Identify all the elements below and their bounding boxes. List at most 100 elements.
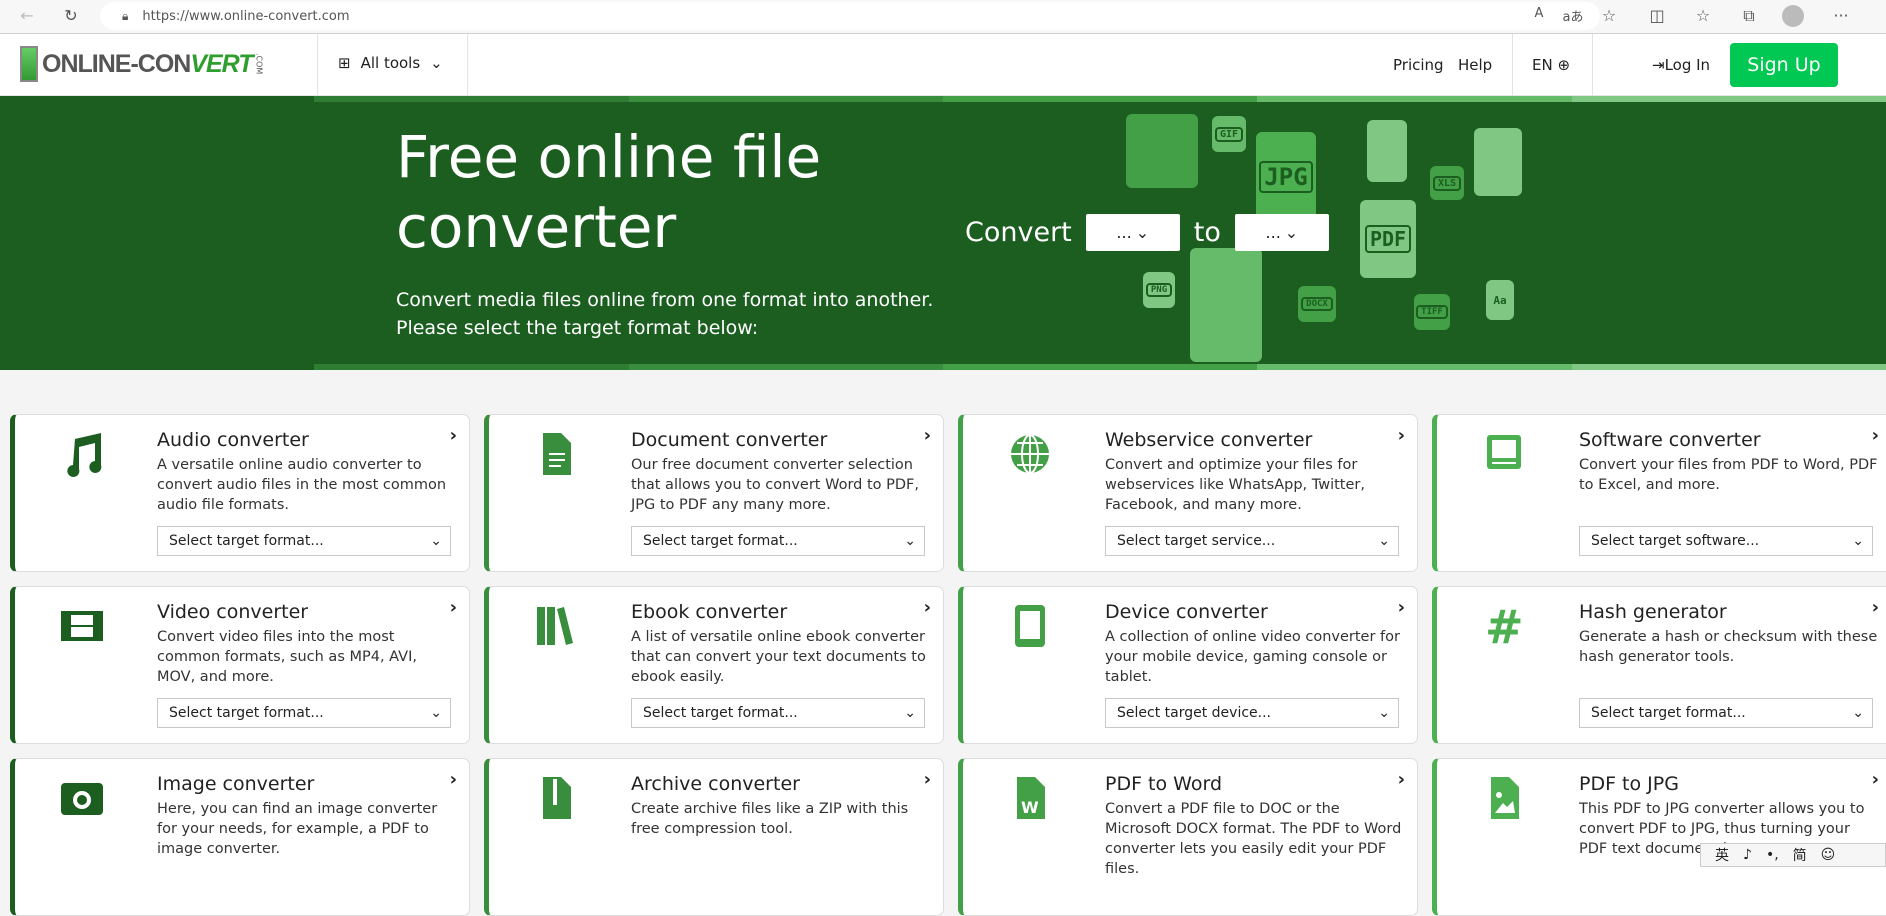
back-icon[interactable]: ← <box>16 6 38 25</box>
ime-item[interactable]: 英 <box>1715 845 1729 865</box>
card-title[interactable]: Software converter <box>1579 429 1761 451</box>
target-format-select[interactable]: Select target service... ⌄ <box>1105 526 1399 556</box>
chevron-down-icon: ⌄ <box>430 533 442 549</box>
chevron-right-icon[interactable]: › <box>1872 597 1879 618</box>
pdf-file-icon: PDF <box>1360 200 1416 278</box>
chevron-right-icon[interactable]: › <box>1398 597 1405 618</box>
help-link[interactable]: Help <box>1458 56 1492 74</box>
converter-card[interactable]: Archive converter Create archive files l… <box>484 758 944 916</box>
target-format-select[interactable]: Select target format... ⌄ <box>631 698 925 728</box>
profile-icon[interactable] <box>1782 5 1804 27</box>
chevron-right-icon[interactable]: › <box>924 769 931 790</box>
chevron-right-icon[interactable]: › <box>924 425 931 446</box>
card-description: Convert video files into the most common… <box>157 629 417 685</box>
chevron-right-icon[interactable]: › <box>450 769 457 790</box>
refresh-icon[interactable]: ↻ <box>60 6 82 25</box>
chevron-right-icon[interactable]: › <box>450 425 457 446</box>
converter-card[interactable]: # Hash generator Generate a hash or chec… <box>1432 586 1886 744</box>
card-title[interactable]: Video converter <box>157 601 308 623</box>
document-icon <box>543 433 571 475</box>
chevron-down-icon: ⌄ <box>430 705 442 721</box>
tiff-file-icon: TIFF <box>1414 294 1450 330</box>
target-format-select[interactable]: Select target format... ⌄ <box>631 526 925 556</box>
converter-card[interactable]: Software converter Convert your files fr… <box>1432 414 1886 572</box>
chevron-down-icon: ⌄ <box>1284 223 1299 242</box>
card-description: Convert a PDF file to DOC or the Microso… <box>1105 801 1402 877</box>
card-title[interactable]: Webservice converter <box>1105 429 1312 451</box>
read-aloud-icon[interactable]: A <box>1528 6 1550 21</box>
target-format-select[interactable]: Select target format... ⌄ <box>1579 698 1873 728</box>
target-format-select[interactable]: Select target device... ⌄ <box>1105 698 1399 728</box>
from-format-select[interactable]: ... ⌄ <box>1085 214 1180 251</box>
language-selector[interactable]: EN ⊕ <box>1532 56 1570 74</box>
globe-icon: ⊕ <box>1557 56 1571 74</box>
login-link[interactable]: ⇥Log In <box>1652 56 1710 74</box>
font-file-icon: Aa <box>1486 280 1514 320</box>
jpg-file-icon: JPG <box>1256 132 1316 222</box>
more-icon[interactable]: ··· <box>1830 6 1852 25</box>
address-bar[interactable]: 🔒︎ https://www.online-convert.com <box>100 2 1600 30</box>
logo[interactable]: ONLINE-CONVERT .COM <box>20 46 264 82</box>
card-title[interactable]: PDF to JPG <box>1579 773 1679 795</box>
pricing-link[interactable]: Pricing <box>1393 56 1444 74</box>
card-title[interactable]: Document converter <box>631 429 827 451</box>
favorite-add-icon[interactable]: ☆ <box>1598 6 1620 25</box>
chevron-right-icon[interactable]: › <box>924 597 931 618</box>
converter-card[interactable]: Video converter Convert video files into… <box>10 586 470 744</box>
login-icon: ⇥ <box>1652 56 1665 74</box>
card-title[interactable]: Image converter <box>157 773 314 795</box>
chevron-down-icon: ⌄ <box>904 705 916 721</box>
converter-card[interactable]: Webservice converter Convert and optimiz… <box>958 414 1418 572</box>
target-format-select[interactable]: Select target software... ⌄ <box>1579 526 1873 556</box>
converter-card[interactable]: Audio converter A versatile online audio… <box>10 414 470 572</box>
chevron-down-icon: ⌄ <box>1378 533 1390 549</box>
card-title[interactable]: Archive converter <box>631 773 800 795</box>
chevron-right-icon[interactable]: › <box>1872 425 1879 446</box>
url-text: https://www.online-convert.com <box>142 8 350 24</box>
split-screen-icon[interactable]: ◫ <box>1646 6 1668 25</box>
ime-toolbar[interactable]: 英 ♪ •, 简 ☺ <box>1700 843 1886 867</box>
ime-item[interactable]: ♪ <box>1743 847 1752 863</box>
chevron-right-icon[interactable]: › <box>450 597 457 618</box>
lock-icon: 🔒︎ <box>122 8 129 23</box>
all-tools-menu[interactable]: ⊞ All tools ⌄ <box>338 54 443 72</box>
music-note-icon <box>67 433 102 477</box>
card-title[interactable]: Device converter <box>1105 601 1268 623</box>
card-description: Convert and optimize your files for webs… <box>1105 457 1365 513</box>
signup-button[interactable]: Sign Up <box>1730 43 1838 87</box>
converter-card[interactable]: Ebook converter A list of versatile onli… <box>484 586 944 744</box>
card-title[interactable]: PDF to Word <box>1105 773 1222 795</box>
card-description: A versatile online audio converter to co… <box>157 457 447 513</box>
gif-file-icon: GIF <box>1212 116 1246 152</box>
card-title[interactable]: Audio converter <box>157 429 309 451</box>
converter-card[interactable]: Document converter Our free document con… <box>484 414 944 572</box>
computer-icon <box>1487 435 1521 469</box>
converter-card[interactable]: Image converter Here, you can find an im… <box>10 758 470 916</box>
card-description: Create archive files like a ZIP with thi… <box>631 801 909 837</box>
chevron-right-icon[interactable]: › <box>1398 425 1405 446</box>
target-format-select[interactable]: Select target format... ⌄ <box>157 698 451 728</box>
collections-icon[interactable]: ⧉ <box>1738 6 1760 26</box>
ime-item[interactable]: ☺ <box>1821 847 1836 863</box>
ime-item[interactable]: 简 <box>1793 845 1807 865</box>
card-title[interactable]: Hash generator <box>1579 601 1727 623</box>
docx-file-icon: DOCX <box>1298 286 1336 322</box>
card-description: A list of versatile online ebook convert… <box>631 629 926 685</box>
hero-title: Free online file converter <box>396 123 822 261</box>
image-file-icon <box>1367 120 1407 182</box>
site-header: ONLINE-CONVERT .COM ⊞ All tools ⌄ Pricin… <box>0 34 1886 96</box>
svg-text:#: # <box>1485 601 1524 651</box>
converter-card[interactable]: PDF to JPG This PDF to JPG converter all… <box>1432 758 1886 916</box>
to-format-select[interactable]: ... ⌄ <box>1234 214 1329 251</box>
converter-card[interactable]: W PDF to Word Convert a PDF file to DOC … <box>958 758 1418 916</box>
converter-card[interactable]: Device converter A collection of online … <box>958 586 1418 744</box>
card-title[interactable]: Ebook converter <box>631 601 787 623</box>
translate-icon[interactable]: aあ <box>1562 6 1584 25</box>
favorites-icon[interactable]: ☆ <box>1692 6 1714 25</box>
target-format-select[interactable]: Select target format... ⌄ <box>157 526 451 556</box>
camera-icon <box>61 783 103 815</box>
ime-item[interactable]: •, <box>1766 847 1779 863</box>
chevron-right-icon[interactable]: › <box>1398 769 1405 790</box>
zip-file-icon <box>543 777 571 819</box>
chevron-right-icon[interactable]: › <box>1872 769 1879 790</box>
